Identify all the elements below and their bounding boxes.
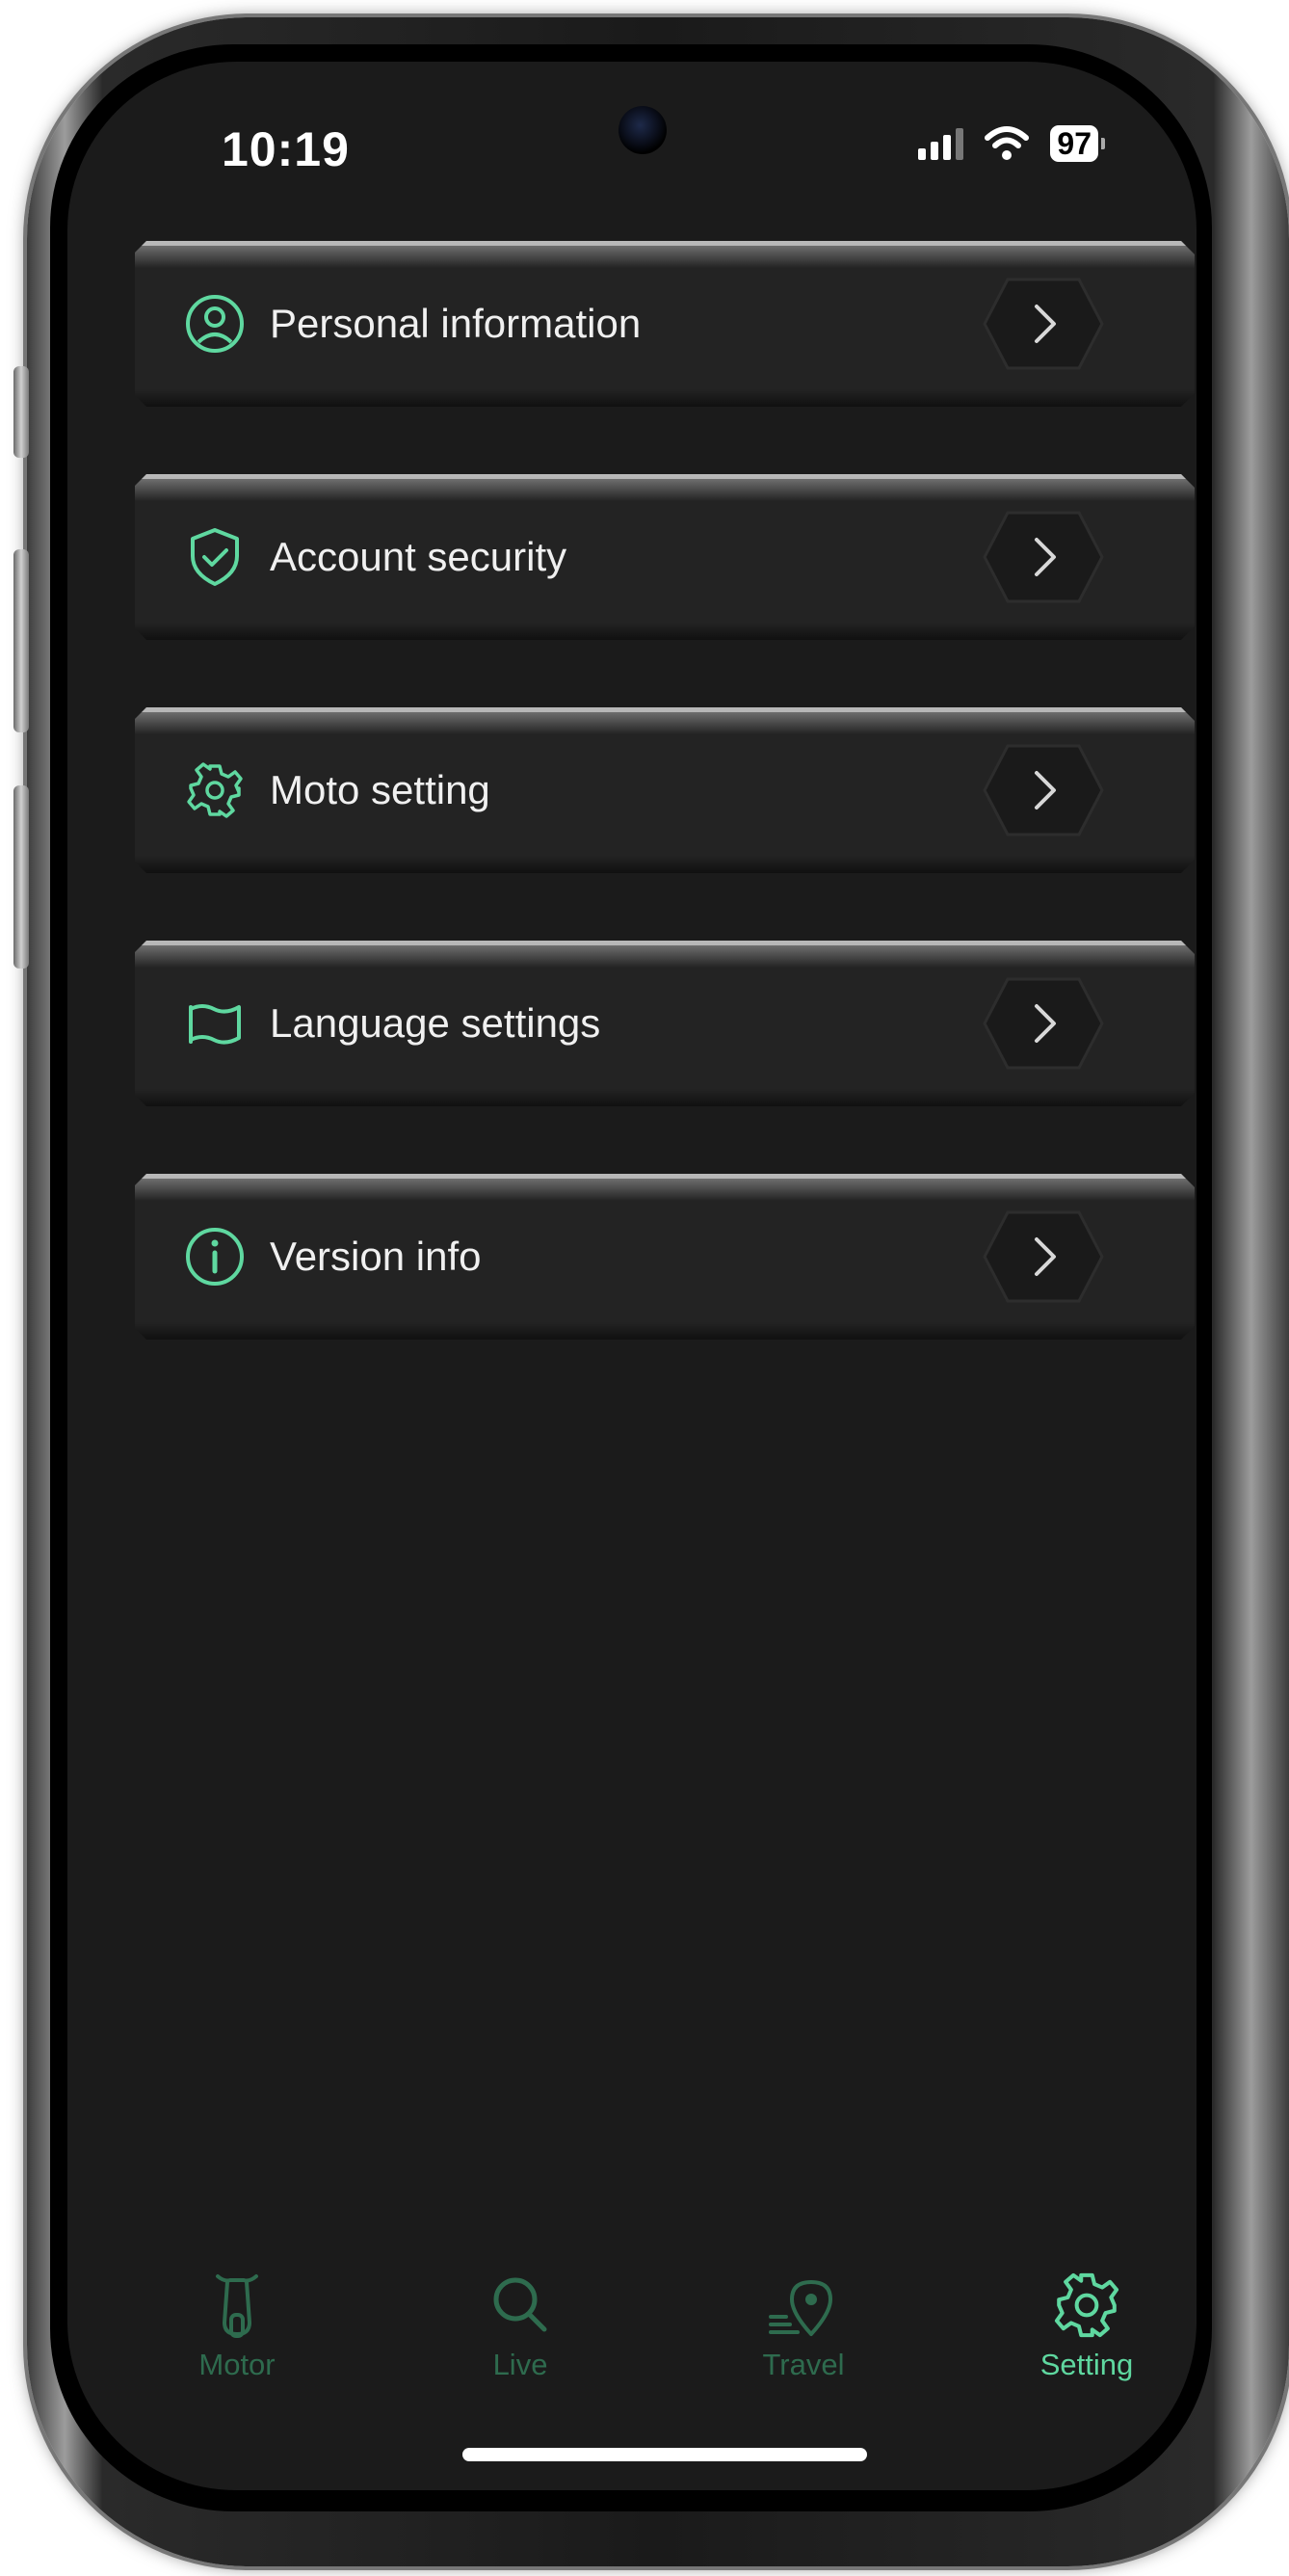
settings-menu: Personal information Account security Mo…	[135, 241, 1195, 1407]
status-time: 10:19	[222, 122, 350, 176]
battery-level: 97	[1050, 125, 1098, 162]
home-indicator[interactable]	[462, 2448, 867, 2461]
tab-label: Travel	[762, 2348, 845, 2381]
chevron-right-icon[interactable]	[981, 742, 1106, 838]
search-icon	[493, 2277, 547, 2332]
tab-live[interactable]: Live	[424, 2269, 617, 2382]
person-circle-icon	[183, 292, 247, 356]
status-bar: 10:19 97	[67, 62, 1197, 187]
signal-icon	[918, 127, 964, 160]
tab-setting[interactable]: Setting	[990, 2269, 1183, 2382]
shield-check-icon	[183, 525, 247, 589]
scooter-icon	[216, 2274, 258, 2338]
chevron-right-icon[interactable]	[981, 276, 1106, 372]
gear-icon	[183, 758, 247, 822]
menu-item-label: Version info	[270, 1234, 482, 1279]
chevron-right-icon[interactable]	[981, 975, 1106, 1072]
menu-item-version-info[interactable]: Version info	[135, 1174, 1195, 1340]
app-screen: 10:19 97 Personal information Account se…	[67, 62, 1197, 2490]
menu-item-moto-setting[interactable]: Moto setting	[135, 707, 1195, 873]
menu-item-label: Personal information	[270, 301, 642, 346]
menu-item-label: Language settings	[270, 1000, 601, 1046]
tab-label: Live	[492, 2348, 548, 2381]
flag-icon	[183, 992, 247, 1055]
side-button-volume-up	[13, 549, 29, 732]
bottom-tab-bar: Motor Live Travel Setting	[67, 2240, 1197, 2490]
info-circle-icon	[183, 1225, 247, 1288]
tab-travel[interactable]: Travel	[707, 2269, 900, 2382]
tab-label: Setting	[1039, 2348, 1134, 2381]
tab-motor[interactable]: Motor	[141, 2269, 333, 2382]
location-pin-icon	[769, 2280, 832, 2336]
menu-item-label: Account security	[270, 534, 567, 579]
battery-icon: 97	[1050, 125, 1105, 162]
menu-item-account-security[interactable]: Account security	[135, 474, 1195, 640]
chevron-right-icon[interactable]	[981, 1208, 1106, 1305]
side-button-volume-down	[13, 785, 29, 969]
status-icons: 97	[918, 125, 1105, 162]
wifi-icon	[985, 126, 1030, 160]
chevron-right-icon[interactable]	[981, 509, 1106, 605]
tab-label: Motor	[198, 2348, 276, 2381]
gear-icon	[1054, 2272, 1119, 2338]
menu-item-personal-information[interactable]: Personal information	[135, 241, 1195, 407]
front-camera	[618, 106, 667, 154]
side-button-action	[13, 366, 29, 458]
menu-item-language-settings[interactable]: Language settings	[135, 941, 1195, 1106]
menu-item-label: Moto setting	[270, 767, 490, 812]
